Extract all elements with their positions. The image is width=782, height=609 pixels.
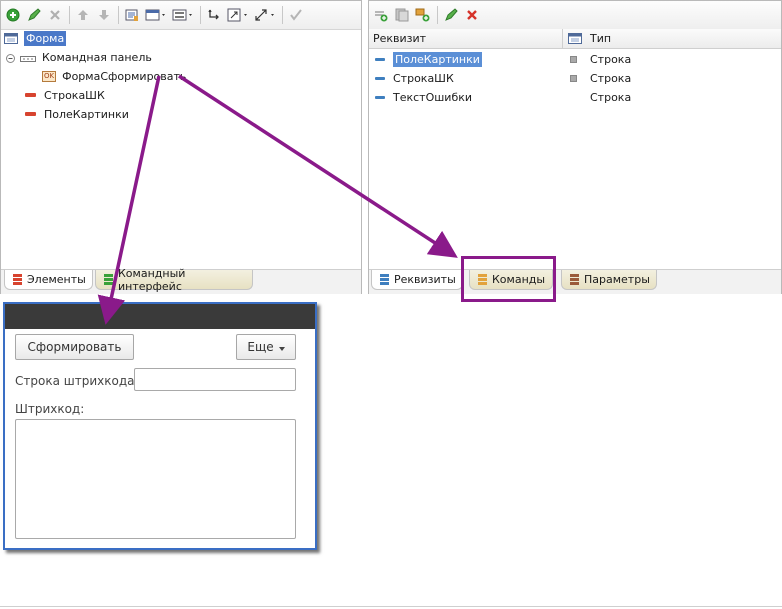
resize-icon[interactable] — [225, 5, 251, 25]
tab-label: Реквизиты — [394, 273, 456, 286]
attribute-icon — [375, 77, 385, 80]
more-button[interactable]: Еще — [236, 334, 296, 360]
barcode-string-input[interactable] — [134, 368, 296, 391]
tab-label: Параметры — [584, 273, 650, 286]
form-preview-header — [5, 304, 315, 329]
tree-item-label: Командная панель — [42, 50, 152, 64]
tab-attributes[interactable]: Реквизиты — [371, 270, 463, 290]
add-with-icon[interactable] — [413, 5, 433, 25]
attribute-name: СтрокаШК — [393, 72, 454, 85]
more-button-label: Еще — [247, 340, 274, 354]
string-type-icon — [570, 56, 577, 63]
string-type-icon — [570, 75, 577, 82]
toolbar-separator — [200, 6, 201, 24]
type-cell[interactable]: Строка — [590, 88, 631, 107]
toolbar-separator — [282, 6, 283, 24]
move-up-icon[interactable] — [73, 5, 93, 25]
attributes-icon — [380, 274, 389, 285]
chevron-down-icon — [278, 340, 285, 354]
field-icon — [25, 93, 36, 97]
form-view-icon[interactable] — [122, 5, 142, 25]
form-preview: Сформировать Еще Строка штрихкода: Штрих… — [3, 302, 317, 550]
tree-item-label: ФормаСформировать — [62, 69, 187, 83]
field-icon — [25, 112, 36, 116]
tree-item-command-bar[interactable]: Командная панель — [6, 48, 152, 66]
generate-button[interactable]: Сформировать — [15, 334, 134, 360]
table-row[interactable]: ТекстОшибки — [375, 88, 472, 107]
copy-icon[interactable] — [392, 5, 412, 25]
type-value: Строка — [590, 72, 632, 85]
edit-icon[interactable] — [24, 5, 44, 25]
attribute-name: ТекстОшибки — [393, 91, 473, 104]
type-cell[interactable]: Строка — [570, 50, 631, 69]
tree-item-label: Форма — [24, 30, 67, 46]
tab-label: Командный интерфейс — [118, 266, 186, 293]
toolbar-separator — [69, 6, 70, 24]
edit-icon[interactable] — [441, 5, 461, 25]
barcode-string-label: Строка штрихкода: — [15, 374, 139, 388]
parameters-icon — [570, 274, 579, 285]
barcode-label: Штрихкод: — [15, 402, 85, 416]
column-label: Реквизит — [373, 32, 427, 45]
toolbar-separator — [118, 6, 119, 24]
command-bar-icon — [20, 53, 36, 62]
swap-icon[interactable] — [204, 5, 224, 25]
attributes-tabs: Реквизиты Команды Параметры — [369, 269, 781, 294]
check-icon[interactable] — [286, 5, 306, 25]
attribute-icon — [375, 58, 385, 61]
tab-elements[interactable]: Элементы — [4, 270, 93, 290]
expand-icon[interactable] — [252, 5, 278, 25]
tree-item-field-barcode-string[interactable]: СтрокаШК — [25, 86, 105, 104]
attribute-name: ПолеКартинки — [393, 52, 482, 67]
tab-command-interface[interactable]: Командный интерфейс — [95, 266, 253, 293]
attributes-toolbar — [369, 1, 781, 30]
tab-label: Элементы — [27, 273, 86, 286]
tree-item-command-button[interactable]: OK ФормаСформировать — [42, 67, 186, 85]
toolbar-separator — [437, 6, 438, 24]
table-row[interactable]: ПолеКартинки — [375, 50, 482, 69]
type-value: Строка — [590, 53, 632, 66]
ok-button-icon: OK — [42, 70, 57, 82]
delete-icon[interactable] — [45, 5, 65, 25]
tree-item-form[interactable]: Форма — [4, 29, 67, 47]
bottom-divider — [0, 606, 782, 607]
form-elements-panel: Форма Командная панель OK ФормаСформиров… — [0, 0, 362, 294]
column-label: Тип — [590, 32, 612, 45]
attributes-panel: Реквизит Тип ПолеКартинки Строка СтрокаШ… — [368, 0, 782, 294]
window-icon[interactable] — [143, 5, 169, 25]
type-cell[interactable]: Строка — [570, 69, 631, 88]
tree-item-label: ПолеКартинки — [44, 107, 129, 121]
delete-icon[interactable] — [462, 5, 482, 25]
commands-tab-highlight — [461, 256, 556, 302]
column-header-type[interactable]: Тип — [563, 29, 781, 49]
type-column-icon — [568, 33, 582, 44]
elements-icon — [13, 274, 22, 285]
elements-toolbar — [1, 1, 361, 30]
type-value: Строка — [590, 91, 632, 104]
column-header-attribute[interactable]: Реквизит — [369, 29, 563, 49]
tree-item-label: СтрокаШК — [44, 88, 105, 102]
add-icon[interactable] — [3, 5, 23, 25]
tab-parameters[interactable]: Параметры — [561, 270, 657, 290]
generate-button-label: Сформировать — [27, 340, 122, 354]
move-down-icon[interactable] — [94, 5, 114, 25]
layout-icon[interactable] — [170, 5, 196, 25]
elements-tabs: Элементы Командный интерфейс — [1, 266, 361, 294]
command-interface-icon — [104, 274, 113, 285]
tree-item-field-picture[interactable]: ПолеКартинки — [25, 105, 129, 123]
table-row[interactable]: СтрокаШК — [375, 69, 454, 88]
collapse-icon[interactable] — [6, 53, 15, 63]
barcode-picture-field[interactable] — [15, 419, 296, 539]
add-attribute-icon[interactable] — [371, 5, 391, 25]
attribute-icon — [375, 96, 385, 99]
form-icon — [4, 32, 18, 44]
